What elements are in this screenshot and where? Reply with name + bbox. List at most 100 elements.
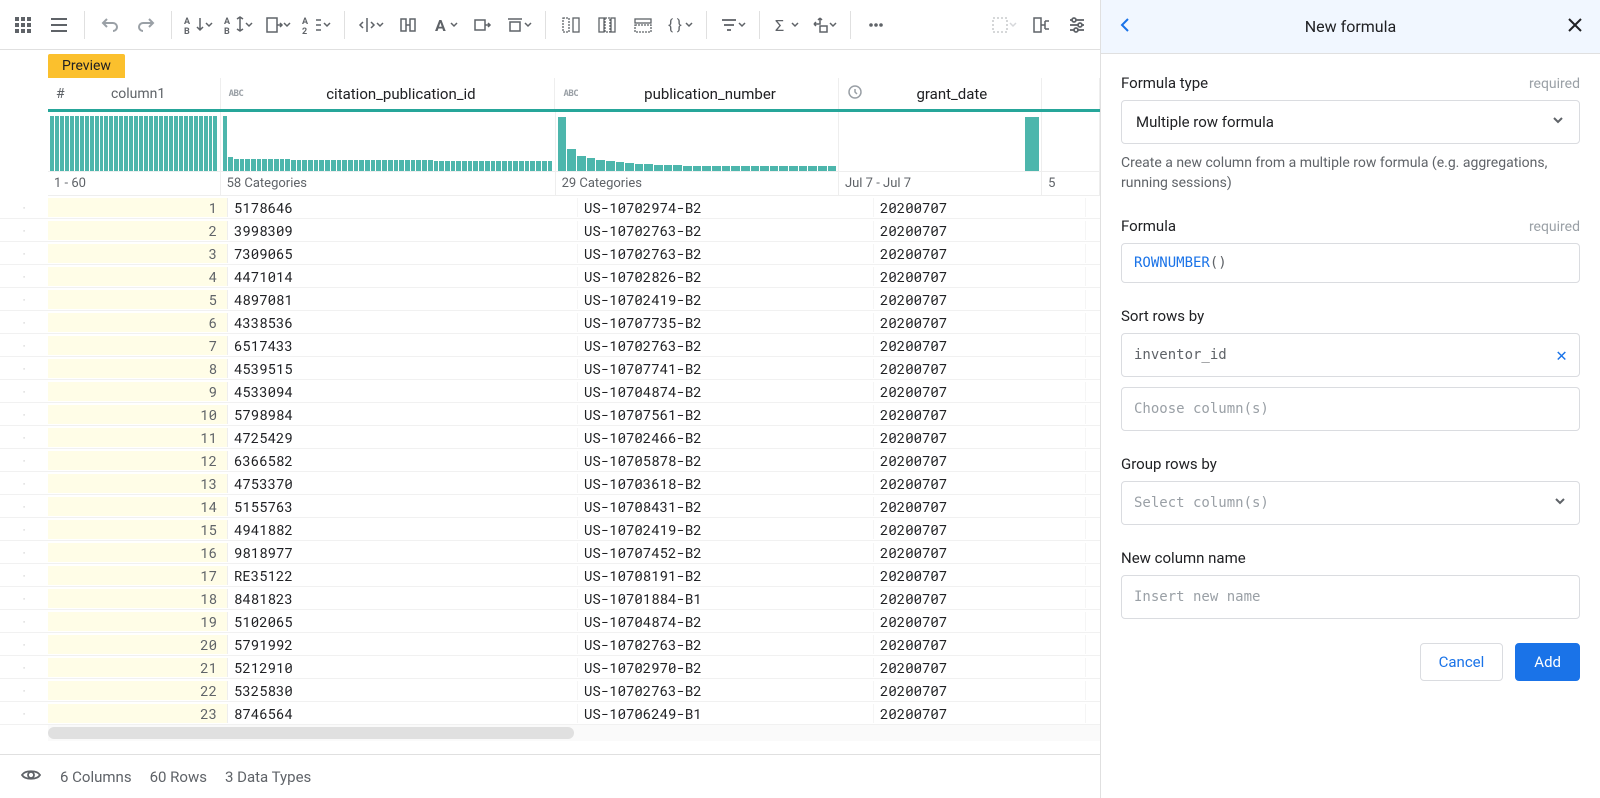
remove-chip-icon[interactable]: ✕ [1556, 345, 1567, 366]
rownum-cell: 1 [48, 198, 228, 217]
redo-icon[interactable] [129, 8, 163, 42]
status-rows: 60 Rows [150, 768, 207, 786]
cancel-button[interactable]: Cancel [1420, 643, 1504, 681]
export-icon[interactable] [260, 8, 296, 42]
required-badge: required [1529, 76, 1580, 92]
cell-date: 20200707 [874, 313, 1086, 332]
sort-filter-icon[interactable]: AB [220, 8, 258, 42]
sigma-icon[interactable]: Σ [768, 8, 804, 42]
cell-date: 20200707 [874, 474, 1086, 493]
row-gutter: · [0, 568, 48, 583]
table-row[interactable]: ·76517433US-10702763-B220200707 [0, 334, 1100, 357]
table-row[interactable]: ·126366582US-10705878-B220200707 [0, 449, 1100, 472]
rename-icon[interactable]: A2 [298, 8, 336, 42]
table-row[interactable]: ·44471014US-10702826-B220200707 [0, 265, 1100, 288]
table-row[interactable]: ·145155763US-10708431-B220200707 [0, 495, 1100, 518]
cell-publication: US-10702826-B2 [578, 267, 874, 286]
cell-citation: 3998309 [228, 221, 578, 240]
row-gutter: · [0, 430, 48, 445]
cell-citation: 9818977 [228, 543, 578, 562]
sort-placeholder: Choose column(s) [1134, 401, 1269, 417]
table-row[interactable]: ·54897081US-10702419-B220200707 [0, 288, 1100, 311]
rownum-cell: 8 [48, 359, 228, 378]
table-row[interactable]: ·105798984US-10707561-B220200707 [0, 403, 1100, 426]
view-grid-icon[interactable] [6, 8, 40, 42]
cell-publication: US-10708431-B2 [578, 497, 874, 516]
table-icon[interactable] [626, 8, 660, 42]
table-row[interactable]: ·238746564US-10706249-B120200707 [0, 702, 1100, 725]
table-row[interactable]: ·195102065US-10704874-B220200707 [0, 610, 1100, 633]
column-header-rownum[interactable]: # column1 [48, 78, 221, 109]
rownum-cell: 16 [48, 543, 228, 562]
table-row[interactable]: ·17RE35122US-10708191-B220200707 [0, 564, 1100, 587]
cell-citation: 5155763 [228, 497, 578, 516]
view-list-icon[interactable] [42, 8, 76, 42]
column-header-grantdate[interactable]: grant_date [839, 78, 1042, 109]
merge-icon[interactable] [391, 8, 425, 42]
preview-tab[interactable]: Preview [48, 54, 125, 78]
table-row[interactable]: ·215212910US-10702970-B220200707 [0, 656, 1100, 679]
extract-icon[interactable] [465, 8, 499, 42]
row-gutter: · [0, 223, 48, 238]
sort-asc-icon[interactable]: AB [180, 8, 218, 42]
more-icon[interactable] [859, 8, 893, 42]
row-gutter: · [0, 591, 48, 606]
schema-icon[interactable] [1024, 8, 1058, 42]
table-row[interactable]: ·169818977US-10707452-B220200707 [0, 541, 1100, 564]
cell-publication: US-10707561-B2 [578, 405, 874, 424]
cell-date: 20200707 [874, 520, 1086, 539]
cell-date: 20200707 [874, 221, 1086, 240]
newcol-input[interactable] [1121, 575, 1580, 619]
cell-citation: RE35122 [228, 566, 578, 585]
row-gutter: · [0, 660, 48, 675]
table-row[interactable]: ·114725429US-10702466-B220200707 [0, 426, 1100, 449]
grid-header: # column1 ABC citation_publication_id AB… [48, 78, 1100, 112]
back-icon[interactable] [1117, 16, 1135, 38]
toolbar: AB AB A2 A { } Σ [0, 0, 1100, 50]
status-bar: 6 Columns 60 Rows 3 Data Types [0, 754, 1100, 798]
text-format-icon[interactable]: A [427, 8, 463, 42]
table-row[interactable]: ·15178646US-10702974-B220200707 [0, 196, 1100, 219]
split-icon[interactable] [353, 8, 389, 42]
braces-icon[interactable]: { } [662, 8, 698, 42]
formula-input[interactable]: ROWNUMBER() [1121, 243, 1580, 283]
table-row[interactable]: ·205791992US-10702763-B220200707 [0, 633, 1100, 656]
column-header-citation[interactable]: ABC citation_publication_id [221, 78, 556, 109]
filter-icon[interactable] [715, 8, 751, 42]
add-button[interactable]: Add [1515, 643, 1580, 681]
formula-type-select[interactable]: Multiple row formula [1121, 100, 1580, 144]
columns-icon[interactable] [590, 8, 624, 42]
dedup-icon[interactable] [554, 8, 588, 42]
column-header-next[interactable] [1042, 78, 1100, 109]
table-row[interactable]: ·134753370US-10703618-B220200707 [0, 472, 1100, 495]
cell-citation: 5212910 [228, 658, 578, 677]
sort-add-column[interactable]: Choose column(s) [1121, 387, 1580, 431]
horizontal-scrollbar[interactable] [48, 725, 1100, 741]
table-row[interactable]: ·94533094US-10704874-B220200707 [0, 380, 1100, 403]
cell-publication: US-10701884-B1 [578, 589, 874, 608]
column-header-publication[interactable]: ABC publication_number [555, 78, 838, 109]
sort-column-chip[interactable]: inventor_id ✕ [1121, 333, 1580, 377]
cell-publication: US-10702974-B2 [578, 198, 874, 217]
row-gutter: · [0, 315, 48, 330]
rownum-cell: 7 [48, 336, 228, 355]
select-region-icon[interactable] [986, 8, 1022, 42]
group-select[interactable]: Select column(s) [1121, 481, 1580, 525]
settings-sliders-icon[interactable] [1060, 8, 1094, 42]
histogram-summary-row: 1 - 60 58 Categories 29 Categories Jul 7… [48, 172, 1100, 196]
undo-icon[interactable] [93, 8, 127, 42]
pivot-icon[interactable] [806, 8, 842, 42]
table-row[interactable]: ·154941882US-10702419-B220200707 [0, 518, 1100, 541]
table-row[interactable]: ·84539515US-10707741-B220200707 [0, 357, 1100, 380]
table-row[interactable]: ·188481823US-10701884-B120200707 [0, 587, 1100, 610]
table-row[interactable]: ·37309065US-10702763-B220200707 [0, 242, 1100, 265]
cell-citation: 4471014 [228, 267, 578, 286]
svg-text:A: A [302, 17, 309, 27]
table-row[interactable]: ·64338536US-10707735-B220200707 [0, 311, 1100, 334]
close-icon[interactable] [1566, 16, 1584, 38]
rownum-cell: 13 [48, 474, 228, 493]
table-row[interactable]: ·23998309US-10702763-B220200707 [0, 219, 1100, 242]
align-icon[interactable] [501, 8, 537, 42]
eye-icon[interactable] [20, 764, 42, 790]
table-row[interactable]: ·225325830US-10702763-B220200707 [0, 679, 1100, 702]
